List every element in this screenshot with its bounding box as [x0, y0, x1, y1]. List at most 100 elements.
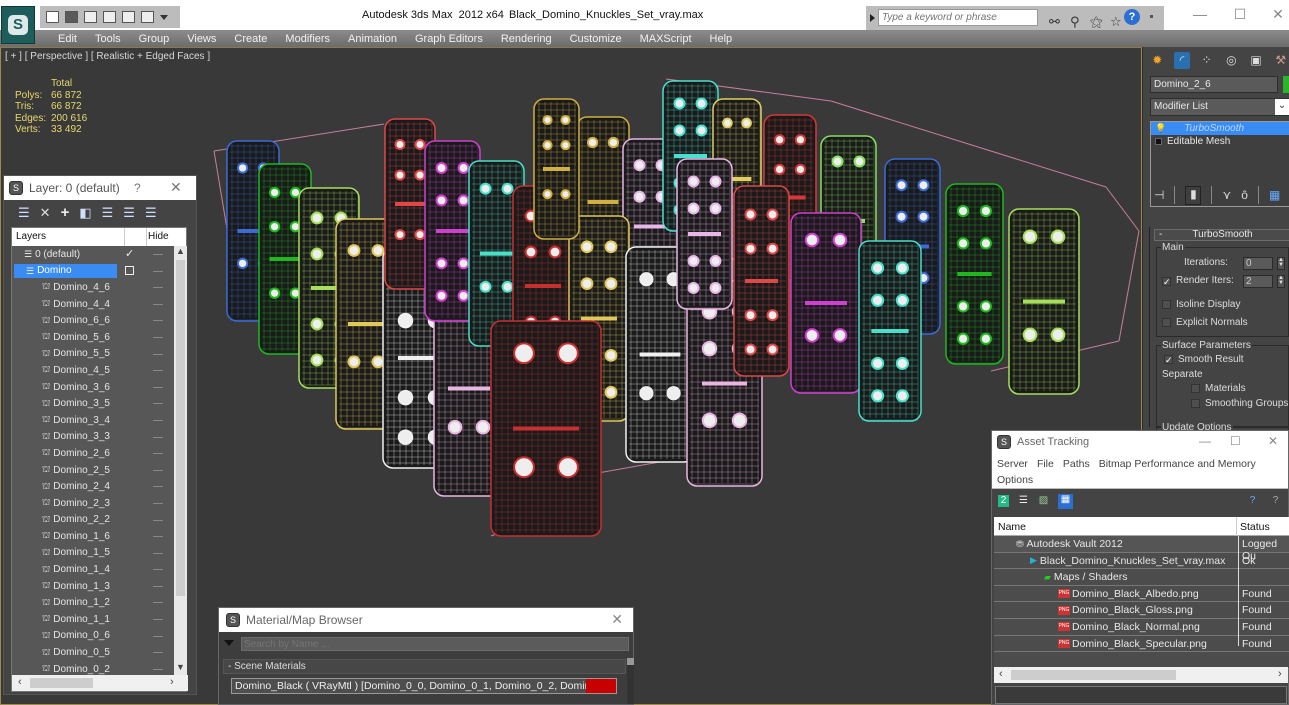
menu-maxscript[interactable]: MAXScript	[631, 33, 701, 45]
render-iters-spinner[interactable]: 2	[1243, 275, 1273, 288]
close-button[interactable]: ✕	[1258, 4, 1289, 26]
menu-animation[interactable]: Animation	[339, 33, 406, 45]
smoothing-groups-checkbox[interactable]	[1191, 399, 1200, 408]
render-iters-checkbox[interactable]: ✓	[1162, 277, 1171, 287]
asset-row[interactable]: ▶ Black_Domino_Knuckles_Set_vray.max Ok	[994, 553, 1289, 570]
favorites-star-icon[interactable]: ☆	[1110, 15, 1122, 28]
hide-toggle[interactable]	[153, 552, 163, 554]
menu-options[interactable]: Options	[997, 474, 1033, 486]
hide-toggle[interactable]	[153, 320, 163, 322]
column-layers[interactable]: Layers	[16, 231, 46, 242]
layer-object-row[interactable]: ⛫ Domino_0_5	[12, 644, 174, 661]
menu-create[interactable]: Create	[225, 33, 276, 45]
undo-icon[interactable]	[122, 11, 135, 23]
hide-toggle[interactable]	[153, 287, 163, 289]
hide-toggle[interactable]	[153, 353, 163, 355]
close-button[interactable]: ✕	[611, 611, 623, 628]
menu-customize[interactable]: Customize	[561, 33, 631, 45]
new-scene-icon[interactable]	[84, 11, 97, 23]
horizontal-scrollbar[interactable]: ‹ ›	[994, 667, 1288, 683]
menu-graph-editors[interactable]: Graph Editors	[406, 33, 492, 45]
display-tab-icon[interactable]: ▣	[1248, 52, 1265, 69]
current-layer-check-icon[interactable]: ✓	[125, 247, 134, 260]
stack-item-turbosmooth[interactable]: 💡 TurboSmooth	[1151, 122, 1289, 135]
viewport-label[interactable]: [ + ] [ Perspective ] [ Realistic + Edge…	[5, 51, 210, 62]
menu-file[interactable]: File	[1037, 458, 1054, 470]
asset-row[interactable]: ▰ Maps / Shaders	[994, 569, 1289, 586]
layer-object-row[interactable]: ⛫ Domino_4_5	[12, 362, 174, 379]
scroll-down-icon[interactable]: ▼	[176, 662, 185, 672]
spinner-arrows-icon[interactable]: ▲ ▼	[1277, 257, 1285, 270]
layer-object-row[interactable]: ⛫ Domino_2_4	[12, 478, 174, 495]
minimize-button[interactable]: —	[1199, 434, 1211, 448]
communication-center-icon[interactable]: ⚝	[1090, 15, 1103, 28]
select-objects-icon[interactable]: ◧	[79, 206, 91, 220]
menu-help[interactable]: Help	[701, 33, 742, 45]
hide-toggle[interactable]	[153, 486, 163, 488]
layer-object-row[interactable]: ⛫ Domino_2_6	[12, 445, 174, 462]
menu-edit[interactable]: Edit	[49, 33, 86, 45]
stack-item-editable-mesh[interactable]: Editable Mesh	[1151, 135, 1289, 148]
explicit-normals-checkbox[interactable]	[1162, 318, 1171, 327]
maximize-button[interactable]: ☐	[1230, 434, 1241, 448]
layer-object-row[interactable]: ⛫ Domino_3_3	[12, 429, 174, 446]
layer-row[interactable]: ☰ Domino	[12, 263, 174, 280]
motion-tab-icon[interactable]: ◎	[1223, 52, 1240, 69]
remove-modifier-icon[interactable]: ȏ	[1241, 188, 1248, 202]
layer-object-row[interactable]: ⛫ Domino_3_5	[12, 395, 174, 412]
refresh-icon[interactable]: 2	[998, 495, 1009, 507]
show-end-result-icon[interactable]: ▮	[1185, 185, 1202, 205]
hide-toggle[interactable]	[153, 502, 163, 504]
list-view-icon[interactable]: ☰	[1018, 495, 1029, 507]
chevron-down-icon[interactable]: ⌄	[1275, 99, 1289, 115]
layer-object-row[interactable]: ⛫ Domino_4_4	[12, 296, 174, 313]
create-layer-icon[interactable]: ☰	[18, 206, 30, 220]
pin-stack-icon[interactable]: ⊣	[1154, 188, 1164, 202]
hide-toggle[interactable]	[153, 419, 163, 421]
delete-layer-icon[interactable]: ✕	[40, 206, 51, 220]
asset-path-field[interactable]	[995, 686, 1287, 704]
layer-object-row[interactable]: ⛫ Domino_1_6	[12, 528, 174, 545]
project-folder-icon[interactable]	[103, 11, 116, 23]
menu-views[interactable]: Views	[178, 33, 225, 45]
vertical-scrollbar[interactable]	[627, 658, 634, 704]
materials-checkbox[interactable]	[1191, 384, 1200, 393]
maximize-button[interactable]: ☐	[1220, 4, 1260, 26]
rollout-header[interactable]: - TurboSmooth	[1154, 229, 1289, 241]
scroll-left-icon[interactable]: ‹	[999, 668, 1003, 680]
expand-search-icon[interactable]	[870, 14, 875, 22]
modifier-list-dropdown[interactable]: Modifier List ⌄	[1150, 98, 1289, 116]
hide-toggle[interactable]	[153, 303, 163, 305]
thumbnail-view-icon[interactable]: ▨	[1038, 495, 1049, 507]
current-layer-checkbox[interactable]	[125, 265, 134, 275]
menu-server[interactable]: Server	[997, 458, 1028, 470]
hide-toggle[interactable]	[153, 270, 163, 272]
highlight-layer-icon[interactable]: ☰	[102, 206, 114, 220]
hide-toggle[interactable]	[153, 436, 163, 438]
close-button[interactable]: ✕	[170, 179, 182, 196]
scroll-up-icon[interactable]: ▲	[176, 246, 185, 256]
menu-tools[interactable]: Tools	[86, 33, 130, 45]
save-file-icon[interactable]	[65, 11, 78, 23]
customize-toolbar-caret-icon[interactable]	[160, 14, 168, 20]
hide-toggle[interactable]	[153, 569, 163, 571]
scrollbar-thumb[interactable]	[1011, 670, 1176, 680]
keyword-search-input[interactable]	[878, 9, 1038, 26]
help-icon[interactable]: ?	[1247, 495, 1258, 507]
hide-toggle[interactable]	[153, 370, 163, 372]
browser-options-icon[interactable]	[224, 640, 234, 646]
vertical-scrollbar[interactable]: ▲ ▼	[174, 246, 187, 675]
scene-materials-group[interactable]: - Scene Materials	[223, 659, 626, 674]
layer-object-row[interactable]: ⛫ Domino_1_5	[12, 545, 174, 562]
make-unique-icon[interactable]: ⋎	[1222, 188, 1231, 202]
spinner-arrows-icon[interactable]: ▲ ▼	[1277, 275, 1285, 288]
layer-object-row[interactable]: ⛫ Domino_1_1	[12, 611, 174, 628]
hide-toggle[interactable]	[153, 602, 163, 604]
help-button[interactable]: ?	[134, 181, 141, 195]
asset-row[interactable]: ⛃ Autodesk Vault 2012 Logged Ou	[994, 536, 1289, 562]
hide-toggle[interactable]	[153, 668, 163, 670]
menu-group[interactable]: Group	[130, 33, 179, 45]
asset-row[interactable]: PNG Domino_Black_Gloss.png Found	[994, 602, 1289, 619]
hide-toggle[interactable]	[153, 652, 163, 654]
asset-row[interactable]: PNG Domino_Black_Normal.png Found	[994, 619, 1289, 636]
